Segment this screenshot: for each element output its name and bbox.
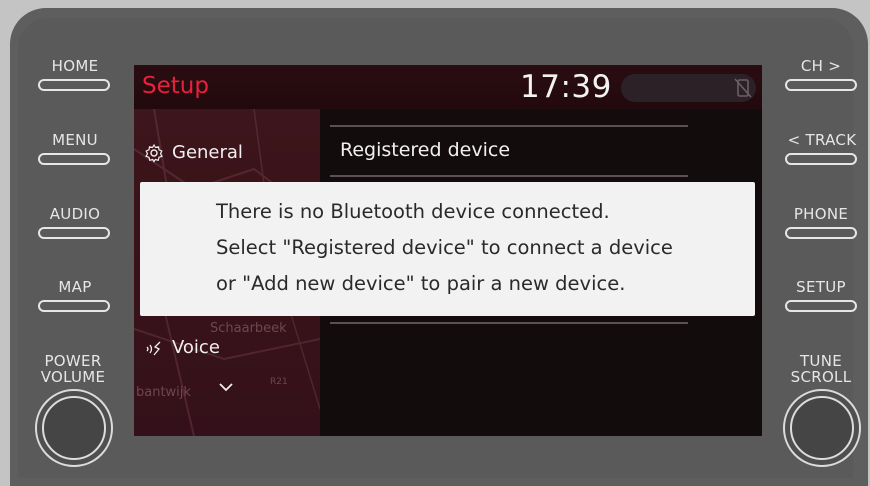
volume-label: VOLUME (40, 368, 106, 386)
map-label-bantwijk: bantwijk (136, 385, 191, 400)
track-button-label: < TRACK (787, 131, 857, 149)
top-bar: Setup 17:39 (134, 65, 762, 109)
map-label-schaarbeek: Schaarbeek (210, 321, 287, 336)
gear-icon (145, 143, 163, 163)
audio-button-label: AUDIO (49, 205, 101, 223)
divider (330, 125, 688, 127)
notification-dialog[interactable]: There is no Bluetooth device connected. … (140, 182, 755, 316)
voice-icon (146, 341, 161, 355)
phone-disconnected-icon (734, 78, 752, 98)
tune-label: TUNE (799, 352, 843, 370)
home-button[interactable] (38, 79, 110, 91)
audio-button[interactable] (38, 227, 110, 239)
dialog-message-line-2: Select "Registered device" to connect a … (216, 236, 673, 259)
setup-button-label: SETUP (796, 278, 846, 296)
ch-button[interactable] (785, 79, 857, 91)
setup-button[interactable] (785, 300, 857, 312)
sidebar-item-voice-label: Voice (172, 337, 220, 358)
clock: 17:39 (520, 69, 612, 105)
phone-button[interactable] (785, 227, 857, 239)
sidebar-item-general-label: General (172, 142, 243, 163)
divider (330, 322, 688, 324)
divider (330, 175, 688, 177)
map-button[interactable] (38, 300, 110, 312)
registered-device-item[interactable]: Registered device (340, 139, 510, 161)
home-button-label: HOME (51, 57, 99, 75)
tune-scroll-knob[interactable] (783, 389, 861, 467)
ch-button-label: CH > (800, 57, 842, 75)
phone-button-label: PHONE (793, 205, 849, 223)
scroll-label: SCROLL (790, 368, 852, 386)
chevron-down-icon[interactable] (218, 381, 234, 393)
map-label-r21: R21 (270, 377, 288, 387)
menu-button[interactable] (38, 153, 110, 165)
sidebar-item-voice[interactable]: Voice (144, 337, 220, 358)
power-volume-knob[interactable] (35, 389, 113, 467)
sidebar-item-general[interactable]: General (144, 142, 243, 163)
menu-button-label: MENU (52, 131, 98, 149)
dialog-message-line-1: There is no Bluetooth device connected. (216, 200, 610, 223)
dialog-message-line-3: or "Add new device" to pair a new device… (216, 272, 626, 295)
track-button[interactable] (785, 153, 857, 165)
page-title: Setup (142, 73, 209, 99)
power-volume-label: POWER VOLUME (28, 353, 118, 385)
map-button-label: MAP (58, 278, 92, 296)
tune-scroll-label: TUNE SCROLL (776, 353, 866, 385)
power-label: POWER (44, 352, 102, 370)
